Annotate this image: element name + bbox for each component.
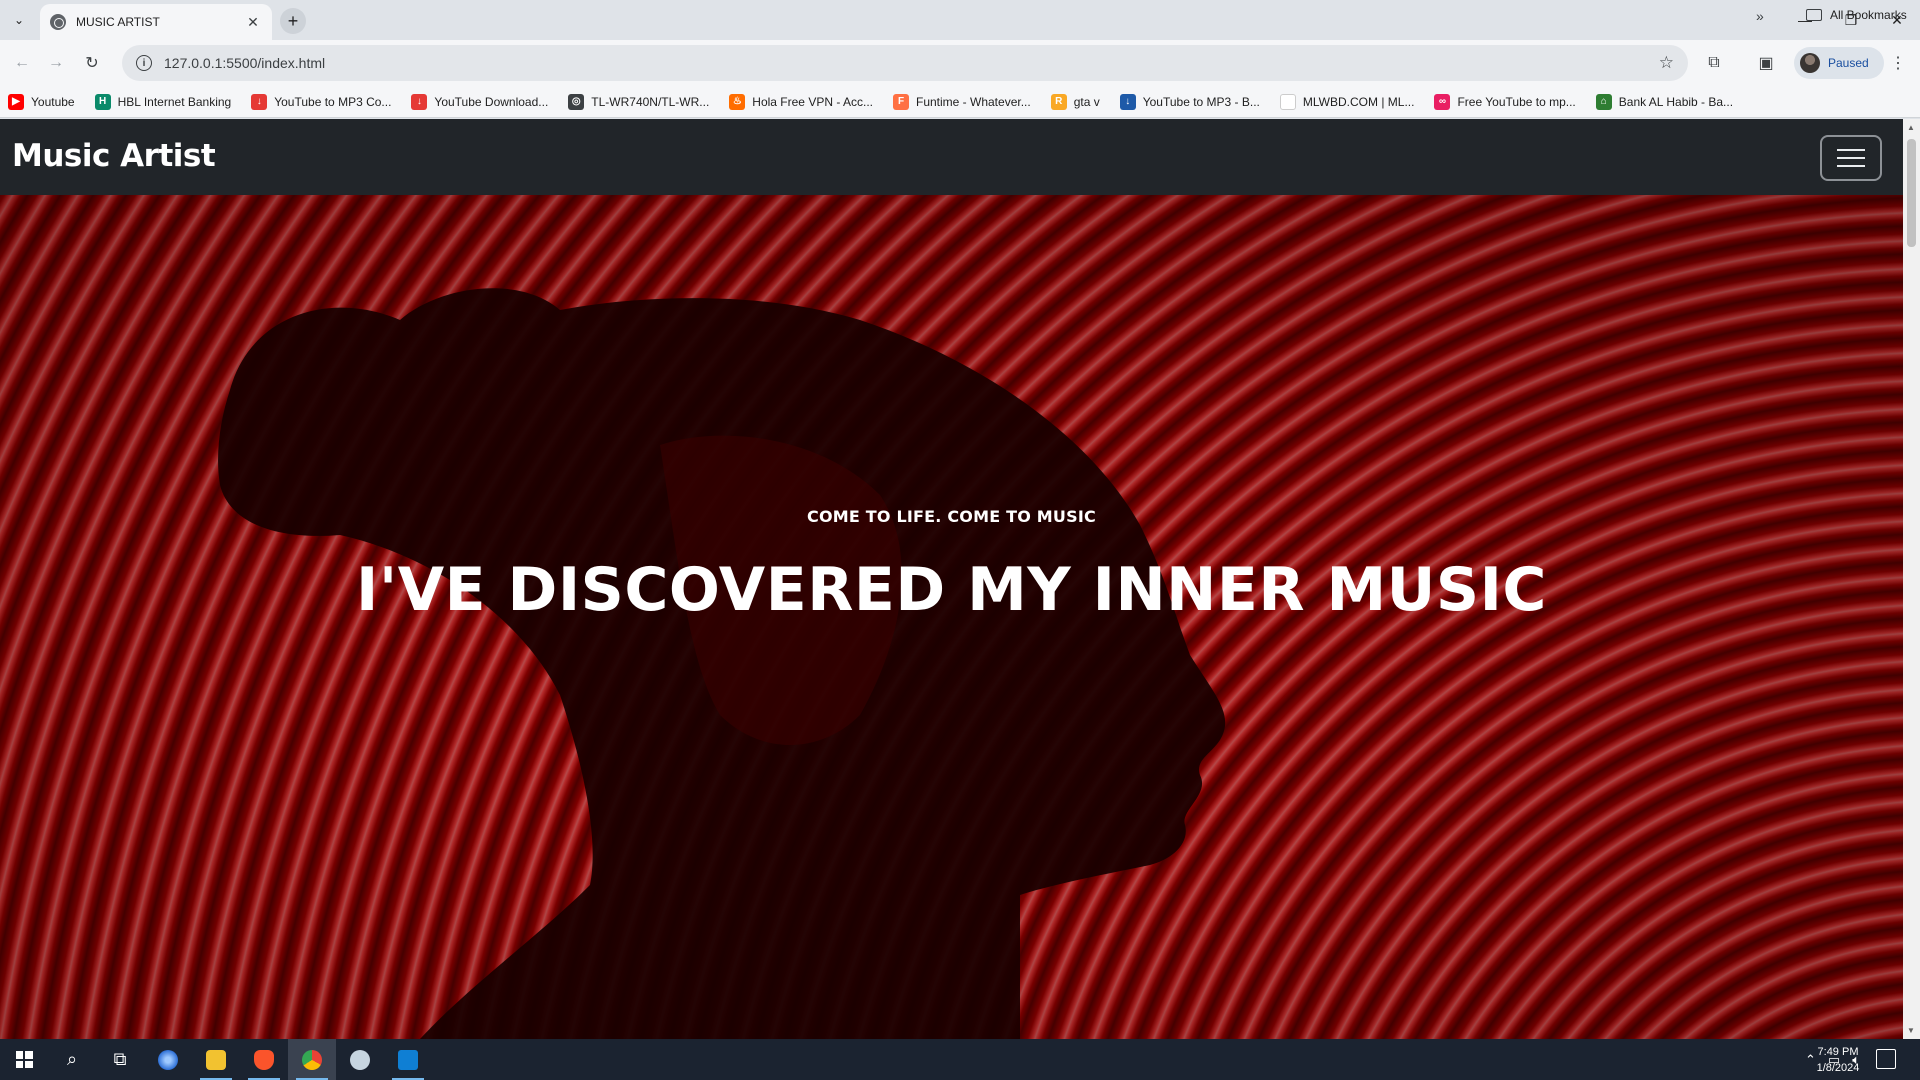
bank-icon: ⌂ [1595,93,1612,110]
bookmark-label: YouTube Download... [434,94,549,109]
bookmark-item[interactable]: ↓ YouTube to MP3 Co... [251,93,392,110]
vscode-icon[interactable] [384,1039,432,1080]
steam-icon[interactable] [336,1039,384,1080]
bookmarks-overflow-icon[interactable]: » [1756,8,1764,24]
browser-toolbar: ← → ↻ i 127.0.0.1:5500/index.html ☆ ⧉ ▣ … [0,40,1920,86]
site-info-icon[interactable]: i [136,55,152,71]
task-view-icon[interactable]: ⧉ [96,1039,144,1080]
start-icon[interactable] [0,1039,48,1080]
hamburger-line [1837,157,1865,159]
gta-icon: R [1050,93,1067,110]
tab-search-icon[interactable]: ⌄ [8,9,30,31]
reload-icon[interactable]: ↻ [80,51,104,75]
all-bookmarks-label: All Bookmarks [1830,8,1907,22]
bookmark-item[interactable]: F Funtime - Whatever... [893,93,1031,110]
bookmark-label: gta v [1073,94,1100,109]
tab-title: MUSIC ARTIST [76,15,160,29]
address-bar[interactable]: i 127.0.0.1:5500/index.html ☆ [122,45,1688,81]
bookmark-item[interactable]: ∞ Free YouTube to mp... [1434,93,1576,110]
scroll-up-icon[interactable]: ▲ [1907,123,1915,132]
close-tab-icon[interactable]: ✕ [244,14,262,31]
bookmark-label: Funtime - Whatever... [916,94,1031,109]
file-explorer-icon[interactable] [192,1039,240,1080]
link-icon: ∞ [1434,93,1451,110]
bookmark-label: MLWBD.COM | ML... [1302,94,1415,109]
clock-time: 7:49 PM [1817,1046,1859,1058]
bookmark-item[interactable]: ◎ TL-WR740N/TL-WR... [568,93,710,110]
folder-icon [1806,9,1822,21]
download-icon: ↓ [251,93,268,110]
bookmark-label: Free YouTube to mp... [1457,94,1576,109]
hero-section: COME TO LIFE. COME TO MUSIC I'VE DISCOVE… [0,195,1903,1039]
avatar [1800,53,1820,73]
bookmark-label: Bank AL Habib - Ba... [1618,94,1734,109]
download-icon: ↓ [1119,93,1136,110]
notification-center-icon[interactable] [1876,1049,1896,1069]
hero-title: I'VE DISCOVERED MY INNER MUSIC [356,555,1547,625]
scrollbar-thumb[interactable] [1907,139,1916,247]
navbar-toggler-button[interactable] [1820,135,1882,181]
hamburger-line [1837,165,1865,167]
side-panel-icon[interactable]: ▣ [1754,51,1778,75]
hbl-icon: H [94,93,111,110]
taskbar-clock[interactable]: 7:49 PM 1/8/2024 [1808,1044,1868,1076]
bookmark-star-icon[interactable]: ☆ [1659,53,1674,73]
new-tab-button[interactable]: + [280,8,306,34]
bookmark-label: YouTube to MP3 Co... [274,94,392,109]
bookmark-item[interactable]: MLWBD.COM | ML... [1279,93,1415,110]
bookmark-item[interactable]: ↓ YouTube to MP3 - B... [1119,93,1260,110]
site-navbar: Music Artist [0,119,1903,195]
brave-icon[interactable] [240,1039,288,1080]
funtime-icon: F [893,93,909,110]
hamburger-line [1837,149,1865,151]
profile-status: Paused [1828,56,1869,70]
url-text[interactable]: 127.0.0.1:5500/index.html [164,55,1659,71]
bookmark-label: TL-WR740N/TL-WR... [591,94,710,109]
forward-icon[interactable]: → [44,51,68,75]
browser-tab[interactable]: MUSIC ARTIST ✕ [40,4,272,40]
bookmark-item[interactable]: Rgta v [1050,93,1100,110]
globe-icon [50,14,66,30]
cortana-icon[interactable] [144,1039,192,1080]
bookmarks-bar: ▶ Youtube H HBL Internet Banking ↓ YouTube to… [0,86,1920,118]
all-bookmarks-button[interactable]: All Bookmarks [1806,8,1907,22]
menu-icon[interactable]: ⋮ [1886,51,1910,75]
bookmark-item[interactable]: ▶ Youtube [8,93,75,110]
bookmark-item[interactable]: ♨ Hola Free VPN - Acc... [729,93,873,110]
chrome-icon[interactable] [288,1039,336,1080]
page-viewport: Music Artist COME TO LIFE. COME TO MUSIC… [0,119,1920,1039]
bookmark-label: YouTube to MP3 - B... [1142,94,1260,109]
bookmark-label: Hola Free VPN - Acc... [752,94,873,109]
youtube-icon: ▶ [8,93,24,110]
browser-tab-bar: ⌄ MUSIC ARTIST ✕ + — ❐ ✕ [0,0,1920,40]
bookmark-label: Youtube [31,94,75,109]
clock-date: 1/8/2024 [1816,1062,1860,1074]
bookmark-label: HBL Internet Banking [117,94,232,109]
bookmark-item[interactable]: ⌂ Bank AL Habib - Ba... [1595,93,1734,110]
flame-icon: ♨ [729,93,746,110]
hero-subtitle: COME TO LIFE. COME TO MUSIC [807,507,1096,526]
page-icon [1279,93,1296,110]
extensions-icon[interactable]: ⧉ [1702,51,1726,75]
back-icon[interactable]: ← [10,51,34,75]
globe-icon: ◎ [568,93,585,110]
page-scrollbar[interactable]: ▲ ▼ [1903,119,1920,1039]
search-icon[interactable]: ⌕ [48,1039,96,1080]
bookmark-item[interactable]: ↓ YouTube Download... [411,93,549,110]
bookmark-item[interactable]: H HBL Internet Banking [94,93,232,110]
brand-link[interactable]: Music Artist [12,138,216,174]
profile-button[interactable]: Paused [1794,47,1884,79]
scroll-down-icon[interactable]: ▼ [1907,1026,1915,1035]
windows-taskbar: ⌕ ⧉ ⌃ ▭ 🔈︎ 7:49 PM 1/8/2024 [0,1039,1920,1080]
download-icon: ↓ [411,93,428,110]
